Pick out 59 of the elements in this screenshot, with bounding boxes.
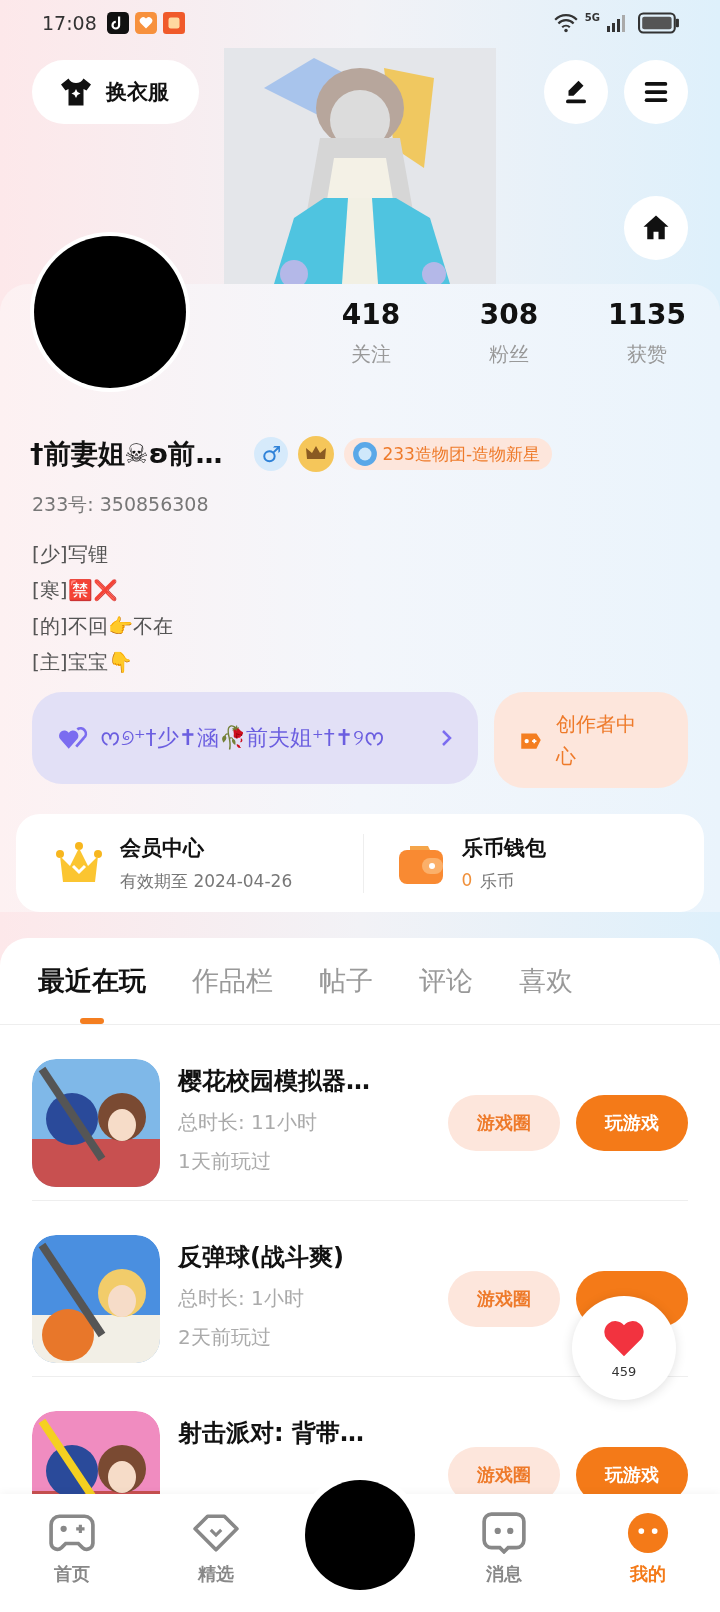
stat-value: 1135 bbox=[608, 298, 686, 331]
group-banner[interactable]: ᰔ୭⁺†少✝涵🥀前夫姐⁺†✝୨ᰔ bbox=[32, 692, 478, 784]
chat-icon bbox=[481, 1512, 527, 1554]
network-label: 5G bbox=[584, 12, 600, 23]
tab[interactable]: 评论 bbox=[401, 938, 491, 1024]
shop-app-icon bbox=[162, 12, 185, 34]
status-time: 17:08 bbox=[42, 12, 97, 34]
face-icon bbox=[625, 1512, 671, 1554]
game-title[interactable]: 射击派对: 背带… bbox=[178, 1417, 448, 1449]
coin-unit: 乐币 bbox=[480, 869, 515, 893]
wallet-title[interactable]: 乐币钱包 bbox=[461, 833, 546, 862]
wifi-icon bbox=[552, 13, 579, 33]
heart-app-icon bbox=[134, 12, 157, 34]
game-title[interactable]: 反弹球(战斗爽) bbox=[178, 1241, 448, 1273]
tag-text: 233造物团-造物新星 bbox=[382, 442, 541, 466]
medal-icon bbox=[352, 441, 379, 467]
last-played: 1天前玩过 bbox=[178, 1148, 272, 1175]
game-circle-button[interactable]: 游戏圈 bbox=[448, 1271, 560, 1327]
play-game-button[interactable]: 玩游戏 bbox=[576, 1095, 688, 1151]
tab[interactable]: 喜欢 bbox=[501, 938, 591, 1024]
stat-label: 关注 bbox=[351, 341, 391, 368]
like-count: 459 bbox=[611, 1363, 637, 1379]
nav-tab[interactable]: 我的 bbox=[576, 1494, 720, 1587]
hearts-icon bbox=[58, 725, 88, 751]
bio-line: [寒]🈲❌ bbox=[32, 577, 119, 604]
dress-up-button[interactable]: 换衣服 bbox=[32, 60, 199, 124]
gender-badge: ♂ bbox=[254, 437, 289, 471]
bio-line: [的]不回👉不在 bbox=[32, 613, 174, 640]
tab[interactable]: 作品栏 bbox=[174, 938, 291, 1024]
nav-tab[interactable]: 首页 bbox=[0, 1494, 144, 1587]
chevron-icon bbox=[440, 728, 452, 748]
diamond-icon bbox=[193, 1512, 239, 1554]
crown-icon bbox=[298, 436, 335, 472]
bio-line: [少]写锂 bbox=[32, 541, 109, 568]
stat-label: 粉丝 bbox=[489, 341, 529, 368]
play-game-button[interactable]: 玩游戏 bbox=[576, 1447, 688, 1494]
nav-tab[interactable]: 精选 bbox=[144, 1494, 288, 1587]
creator-center-button[interactable]: 创作者中心 bbox=[494, 692, 688, 788]
bio-line: [主]宝宝👇 bbox=[32, 649, 134, 676]
music-app-icon bbox=[106, 12, 129, 34]
nav-tab[interactable]: 消息 bbox=[432, 1494, 576, 1587]
tab[interactable]: 最近在玩 bbox=[20, 938, 164, 1024]
stat-value: 418 bbox=[341, 298, 401, 331]
signal-icon bbox=[606, 14, 626, 32]
tab[interactable]: 帖子 bbox=[301, 938, 391, 1024]
game-circle-button[interactable]: 游戏圈 bbox=[448, 1095, 560, 1151]
coin-amount: 0 bbox=[461, 869, 473, 892]
member-center-title[interactable]: 会员中心 bbox=[120, 833, 293, 862]
user-id: 233号: 350856308 bbox=[31, 492, 210, 517]
battery-icon bbox=[638, 12, 680, 34]
play-duration: 总时长: 1小时 bbox=[178, 1285, 305, 1312]
member-expiry: 有效期至 2024-04-26 bbox=[120, 869, 293, 893]
play-duration: 总时长: 11小时 bbox=[178, 1109, 318, 1136]
game-title[interactable]: 樱花校园模拟器… bbox=[178, 1065, 448, 1097]
stat-value: 308 bbox=[479, 298, 539, 331]
user-name: †前妻姐☠ʚ前… bbox=[30, 437, 223, 471]
last-played: 2天前玩过 bbox=[178, 1324, 272, 1351]
game-circle-button[interactable]: 游戏圈 bbox=[448, 1447, 560, 1494]
stat-label: 获赞 bbox=[627, 341, 667, 368]
